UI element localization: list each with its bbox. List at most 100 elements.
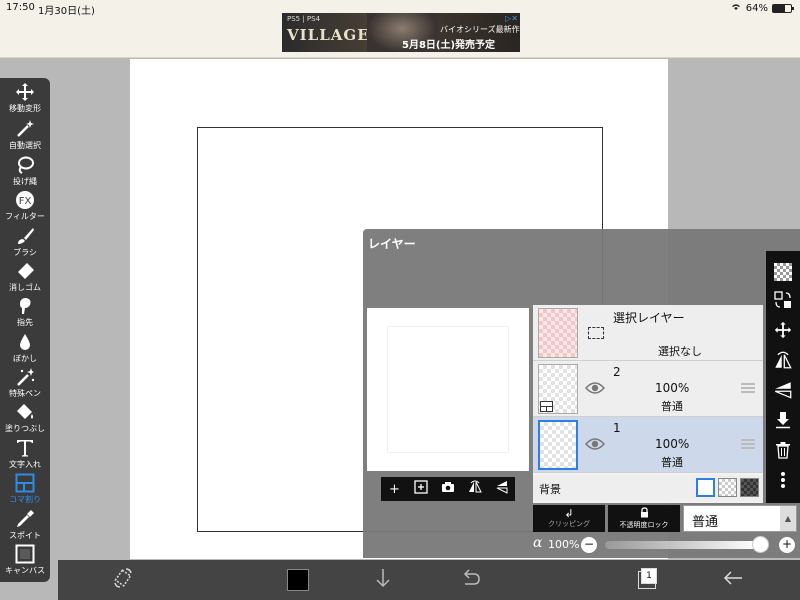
ad-banner[interactable]: PS5 | PS4 VILLAGE バイオシリーズ最新作 5月8日(土)発売予定… bbox=[282, 13, 520, 52]
opacity-lock-label: 不透明度ロック bbox=[619, 521, 669, 529]
tool-label: 消しゴム bbox=[9, 283, 41, 292]
clipping-label: クリッピング bbox=[548, 520, 590, 528]
background-transparent-swatch[interactable] bbox=[718, 478, 737, 497]
color-picker-button[interactable] bbox=[283, 560, 313, 600]
more-options-button[interactable] bbox=[766, 467, 800, 497]
tool-eraser[interactable]: 消しゴム bbox=[0, 261, 50, 297]
camera-icon[interactable] bbox=[438, 481, 458, 497]
battery-icon bbox=[772, 3, 794, 13]
arrow-left-icon bbox=[722, 569, 744, 591]
left-toolbar: 移動変形 自動選択 投げ縄 FX フィルター ブラシ 消しゴム 指先 ぼかし 特… bbox=[0, 78, 50, 582]
tool-fill[interactable]: 塗りつぶし bbox=[0, 402, 50, 438]
layer-row-selection[interactable]: 選択レイヤー 選択なし bbox=[533, 305, 763, 361]
special-pen-icon bbox=[14, 367, 36, 387]
tool-canvas[interactable]: キャンバス bbox=[0, 544, 50, 580]
eyedropper-icon bbox=[14, 509, 36, 529]
opacity-plus-button[interactable]: + bbox=[779, 537, 795, 553]
wifi-icon bbox=[730, 2, 742, 14]
lasso-icon bbox=[14, 155, 36, 175]
preview-toolbar: + bbox=[381, 477, 515, 501]
tool-lasso[interactable]: 投げ縄 bbox=[0, 155, 50, 191]
tool-brush[interactable]: ブラシ bbox=[0, 226, 50, 262]
clipping-arrow-icon: ↲ bbox=[564, 507, 574, 520]
ad-close-icon[interactable]: ▷✕ bbox=[505, 14, 518, 23]
layer-opacity: 100% bbox=[655, 381, 690, 395]
tool-magic-wand[interactable]: 自動選択 bbox=[0, 119, 50, 155]
layer-panel: レイヤー + 選択レイヤー 選択なし 2 100% 普通 1 100% 普通 背… bbox=[363, 229, 800, 558]
tool-label: コマ割り bbox=[9, 495, 41, 504]
status-time: 17:50 bbox=[6, 2, 35, 13]
background-white-swatch[interactable] bbox=[696, 478, 715, 497]
opacity-minus-button[interactable]: − bbox=[581, 537, 597, 553]
preview-frame bbox=[387, 326, 509, 453]
tool-label: フィルター bbox=[5, 212, 45, 221]
tool-move-transform[interactable]: 移動変形 bbox=[0, 82, 50, 118]
drag-handle-icon[interactable] bbox=[741, 383, 755, 393]
selection-marquee-icon bbox=[588, 327, 604, 339]
clipping-button[interactable]: ↲ クリッピング bbox=[533, 505, 605, 532]
layer-thumbnail bbox=[538, 420, 578, 470]
flip-layer-vertical-button[interactable] bbox=[766, 377, 800, 407]
ad-platforms: PS5 | PS4 bbox=[287, 15, 321, 23]
tool-special-pen[interactable]: 特殊ペン bbox=[0, 367, 50, 403]
layer-swap-button[interactable] bbox=[766, 287, 800, 317]
ad-title: VILLAGE bbox=[287, 26, 370, 44]
tool-finger[interactable]: 指先 bbox=[0, 296, 50, 332]
pages-button[interactable]: 1 bbox=[632, 560, 662, 600]
layer-side-toolbar bbox=[766, 251, 800, 503]
status-bar: 17:50 1月30日(土) 64% PS5 | PS4 VILLAGE バイオ… bbox=[0, 0, 800, 58]
visibility-eye-icon[interactable] bbox=[584, 437, 606, 455]
back-button[interactable] bbox=[718, 560, 748, 600]
alpha-symbol: α bbox=[533, 535, 543, 551]
opacity-slider-knob[interactable] bbox=[752, 536, 769, 553]
app-root: 17:50 1月30日(土) 64% PS5 | PS4 VILLAGE バイオ… bbox=[0, 0, 800, 600]
merge-down-icon bbox=[774, 411, 792, 433]
layer-row-2[interactable]: 2 100% 普通 bbox=[533, 361, 763, 417]
bottom-toolbar: 1 bbox=[58, 560, 800, 600]
drag-handle-icon[interactable] bbox=[741, 439, 755, 449]
background-dark-swatch[interactable] bbox=[740, 478, 759, 497]
layer-swap-icon bbox=[774, 291, 792, 313]
undo-button[interactable] bbox=[456, 560, 486, 600]
tool-blur[interactable]: ぼかし bbox=[0, 332, 50, 368]
undo-icon bbox=[460, 568, 482, 592]
ad-line1: バイオシリーズ最新作 bbox=[440, 25, 520, 34]
visibility-eye-icon[interactable] bbox=[584, 381, 606, 399]
layer-down-button[interactable] bbox=[368, 560, 398, 600]
flip-vertical-icon[interactable] bbox=[492, 480, 512, 498]
opacity-slider-track[interactable] bbox=[605, 541, 757, 549]
delete-layer-button[interactable] bbox=[766, 437, 800, 467]
tool-filter[interactable]: FX フィルター bbox=[0, 190, 50, 226]
brush-icon bbox=[14, 226, 36, 246]
background-label: 背景 bbox=[539, 483, 561, 496]
tool-label: ぼかし bbox=[13, 354, 37, 363]
pages-icon: 1 bbox=[638, 568, 657, 589]
blend-mode-select[interactable]: 普通 ▲ bbox=[683, 505, 797, 532]
battery-percent: 64% bbox=[745, 2, 768, 14]
layer-panel-title: レイヤー bbox=[368, 237, 416, 251]
lock-icon bbox=[640, 507, 649, 520]
alpha-value: 100% bbox=[548, 538, 580, 551]
tool-eyedropper[interactable]: スポイト bbox=[0, 509, 50, 545]
tool-label: ブラシ bbox=[13, 248, 37, 257]
add-layer-icon[interactable]: + bbox=[384, 482, 404, 497]
merge-down-button[interactable] bbox=[766, 407, 800, 437]
page-count: 1 bbox=[641, 568, 657, 584]
layer-move-button[interactable] bbox=[766, 317, 800, 347]
rotate-canvas-button[interactable] bbox=[108, 560, 138, 600]
layer-name: 1 bbox=[613, 421, 621, 435]
ad-line2: 5月8日(土)発売予定 bbox=[402, 40, 496, 51]
tool-frame-divider[interactable]: コマ割り bbox=[0, 473, 50, 509]
flip-layer-horizontal-button[interactable] bbox=[766, 347, 800, 377]
opacity-lock-button[interactable]: 不透明度ロック bbox=[608, 505, 680, 532]
selection-status: 選択なし bbox=[658, 345, 702, 358]
tool-label: 指先 bbox=[17, 318, 33, 327]
add-special-layer-icon[interactable] bbox=[411, 480, 431, 498]
layer-row-1[interactable]: 1 100% 普通 bbox=[533, 417, 763, 473]
blur-drop-icon bbox=[14, 332, 36, 352]
transparency-button[interactable] bbox=[766, 257, 800, 287]
flip-horizontal-icon[interactable] bbox=[465, 480, 485, 498]
tool-text[interactable]: 文字入れ bbox=[0, 438, 50, 474]
layer-blend-mode: 普通 bbox=[661, 400, 683, 413]
layer-blend-mode: 普通 bbox=[661, 456, 683, 469]
